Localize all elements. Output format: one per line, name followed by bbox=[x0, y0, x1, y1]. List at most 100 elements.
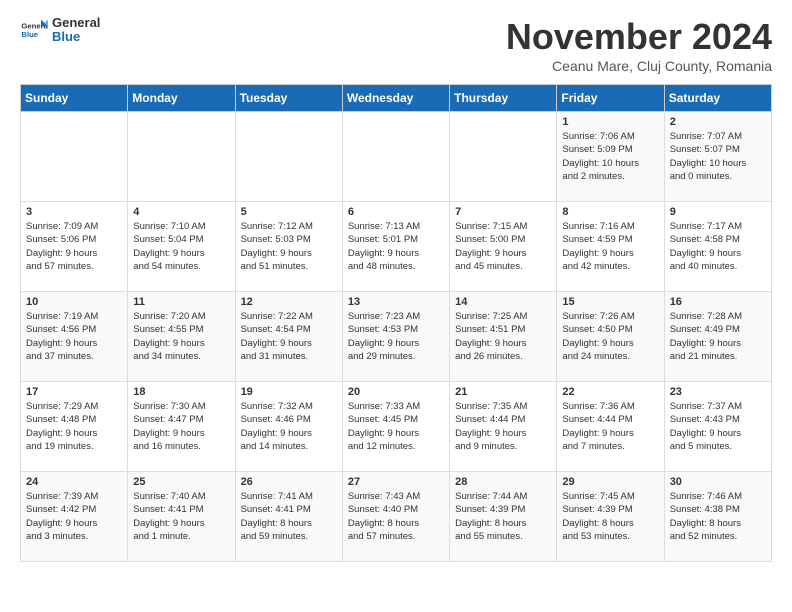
day-number: 7 bbox=[455, 206, 551, 218]
day-info: Sunrise: 7:32 AM Sunset: 4:46 PM Dayligh… bbox=[241, 400, 337, 453]
day-number: 12 bbox=[241, 296, 337, 308]
weekday-header-thursday: Thursday bbox=[450, 85, 557, 112]
day-info: Sunrise: 7:06 AM Sunset: 5:09 PM Dayligh… bbox=[562, 130, 658, 183]
weekday-header-friday: Friday bbox=[557, 85, 664, 112]
day-info: Sunrise: 7:39 AM Sunset: 4:42 PM Dayligh… bbox=[26, 490, 122, 543]
calendar-cell: 6 Sunrise: 7:13 AM Sunset: 5:01 PM Daylig… bbox=[342, 202, 449, 292]
day-info: Sunrise: 7:29 AM Sunset: 4:48 PM Dayligh… bbox=[26, 400, 122, 453]
calendar-cell: 20 Sunrise: 7:33 AM Sunset: 4:45 PM Dayli… bbox=[342, 382, 449, 472]
day-number: 9 bbox=[670, 206, 766, 218]
calendar-cell bbox=[342, 112, 449, 202]
day-info: Sunrise: 7:25 AM Sunset: 4:51 PM Dayligh… bbox=[455, 310, 551, 363]
day-number: 24 bbox=[26, 476, 122, 488]
calendar-week-row: 3 Sunrise: 7:09 AM Sunset: 5:06 PM Daylig… bbox=[21, 202, 772, 292]
calendar-cell bbox=[450, 112, 557, 202]
day-info: Sunrise: 7:13 AM Sunset: 5:01 PM Dayligh… bbox=[348, 220, 444, 273]
calendar-cell: 7 Sunrise: 7:15 AM Sunset: 5:00 PM Daylig… bbox=[450, 202, 557, 292]
weekday-header-tuesday: Tuesday bbox=[235, 85, 342, 112]
day-info: Sunrise: 7:28 AM Sunset: 4:49 PM Dayligh… bbox=[670, 310, 766, 363]
calendar-week-row: 24 Sunrise: 7:39 AM Sunset: 4:42 PM Dayli… bbox=[21, 472, 772, 562]
weekday-header-wednesday: Wednesday bbox=[342, 85, 449, 112]
calendar-cell: 19 Sunrise: 7:32 AM Sunset: 4:46 PM Dayli… bbox=[235, 382, 342, 472]
logo-icon: General Blue bbox=[20, 16, 48, 44]
logo-general: General bbox=[52, 16, 100, 30]
day-info: Sunrise: 7:30 AM Sunset: 4:47 PM Dayligh… bbox=[133, 400, 229, 453]
calendar-cell: 30Sunrise: 7:46 AM Sunset: 4:38 PM Dayli… bbox=[664, 472, 771, 562]
calendar-cell: 14 Sunrise: 7:25 AM Sunset: 4:51 PM Dayli… bbox=[450, 292, 557, 382]
day-number: 25 bbox=[133, 476, 229, 488]
svg-text:Blue: Blue bbox=[21, 30, 38, 39]
day-number: 13 bbox=[348, 296, 444, 308]
day-number: 21 bbox=[455, 386, 551, 398]
calendar-cell: 13Sunrise: 7:23 AM Sunset: 4:53 PM Dayli… bbox=[342, 292, 449, 382]
calendar-cell bbox=[21, 112, 128, 202]
day-info: Sunrise: 7:33 AM Sunset: 4:45 PM Dayligh… bbox=[348, 400, 444, 453]
logo: General Blue General Blue bbox=[20, 16, 100, 45]
calendar-cell bbox=[128, 112, 235, 202]
calendar-cell: 28 Sunrise: 7:44 AM Sunset: 4:39 PM Dayli… bbox=[450, 472, 557, 562]
day-number: 10 bbox=[26, 296, 122, 308]
day-number: 28 bbox=[455, 476, 551, 488]
location-subtitle: Ceanu Mare, Cluj County, Romania bbox=[506, 58, 772, 74]
calendar-cell: 21Sunrise: 7:35 AM Sunset: 4:44 PM Dayli… bbox=[450, 382, 557, 472]
day-info: Sunrise: 7:19 AM Sunset: 4:56 PM Dayligh… bbox=[26, 310, 122, 363]
header: General Blue General Blue November 2024 … bbox=[20, 16, 772, 74]
calendar-cell: 22 Sunrise: 7:36 AM Sunset: 4:44 PM Dayli… bbox=[557, 382, 664, 472]
day-number: 18 bbox=[133, 386, 229, 398]
day-info: Sunrise: 7:15 AM Sunset: 5:00 PM Dayligh… bbox=[455, 220, 551, 273]
calendar-cell: 17Sunrise: 7:29 AM Sunset: 4:48 PM Dayli… bbox=[21, 382, 128, 472]
calendar-cell: 3 Sunrise: 7:09 AM Sunset: 5:06 PM Daylig… bbox=[21, 202, 128, 292]
day-info: Sunrise: 7:36 AM Sunset: 4:44 PM Dayligh… bbox=[562, 400, 658, 453]
day-info: Sunrise: 7:16 AM Sunset: 4:59 PM Dayligh… bbox=[562, 220, 658, 273]
weekday-header-row: SundayMondayTuesdayWednesdayThursdayFrid… bbox=[21, 85, 772, 112]
calendar-cell: 25 Sunrise: 7:40 AM Sunset: 4:41 PM Dayli… bbox=[128, 472, 235, 562]
calendar-cell: 10 Sunrise: 7:19 AM Sunset: 4:56 PM Dayli… bbox=[21, 292, 128, 382]
calendar-cell: 5Sunrise: 7:12 AM Sunset: 5:03 PM Daylig… bbox=[235, 202, 342, 292]
day-number: 20 bbox=[348, 386, 444, 398]
day-info: Sunrise: 7:37 AM Sunset: 4:43 PM Dayligh… bbox=[670, 400, 766, 453]
day-info: Sunrise: 7:44 AM Sunset: 4:39 PM Dayligh… bbox=[455, 490, 551, 543]
day-number: 22 bbox=[562, 386, 658, 398]
calendar-cell: 11 Sunrise: 7:20 AM Sunset: 4:55 PM Dayli… bbox=[128, 292, 235, 382]
calendar-cell: 12 Sunrise: 7:22 AM Sunset: 4:54 PM Dayli… bbox=[235, 292, 342, 382]
day-number: 27 bbox=[348, 476, 444, 488]
calendar-week-row: 17Sunrise: 7:29 AM Sunset: 4:48 PM Dayli… bbox=[21, 382, 772, 472]
day-number: 3 bbox=[26, 206, 122, 218]
day-number: 16 bbox=[670, 296, 766, 308]
calendar-cell: 24 Sunrise: 7:39 AM Sunset: 4:42 PM Dayli… bbox=[21, 472, 128, 562]
day-number: 29 bbox=[562, 476, 658, 488]
day-info: Sunrise: 7:43 AM Sunset: 4:40 PM Dayligh… bbox=[348, 490, 444, 543]
day-number: 8 bbox=[562, 206, 658, 218]
day-number: 6 bbox=[348, 206, 444, 218]
day-number: 5 bbox=[241, 206, 337, 218]
day-info: Sunrise: 7:09 AM Sunset: 5:06 PM Dayligh… bbox=[26, 220, 122, 273]
calendar-cell bbox=[235, 112, 342, 202]
calendar-cell: 2 Sunrise: 7:07 AM Sunset: 5:07 PM Daylig… bbox=[664, 112, 771, 202]
month-title: November 2024 bbox=[506, 16, 772, 58]
day-number: 1 bbox=[562, 116, 658, 128]
logo-blue: Blue bbox=[52, 30, 100, 44]
day-info: Sunrise: 7:40 AM Sunset: 4:41 PM Dayligh… bbox=[133, 490, 229, 543]
calendar-week-row: 10 Sunrise: 7:19 AM Sunset: 4:56 PM Dayli… bbox=[21, 292, 772, 382]
weekday-header-monday: Monday bbox=[128, 85, 235, 112]
day-number: 4 bbox=[133, 206, 229, 218]
calendar-cell: 15 Sunrise: 7:26 AM Sunset: 4:50 PM Dayli… bbox=[557, 292, 664, 382]
calendar-cell: 23Sunrise: 7:37 AM Sunset: 4:43 PM Dayli… bbox=[664, 382, 771, 472]
day-info: Sunrise: 7:07 AM Sunset: 5:07 PM Dayligh… bbox=[670, 130, 766, 183]
day-info: Sunrise: 7:26 AM Sunset: 4:50 PM Dayligh… bbox=[562, 310, 658, 363]
day-number: 14 bbox=[455, 296, 551, 308]
day-number: 2 bbox=[670, 116, 766, 128]
calendar-cell: 18 Sunrise: 7:30 AM Sunset: 4:47 PM Dayli… bbox=[128, 382, 235, 472]
day-info: Sunrise: 7:22 AM Sunset: 4:54 PM Dayligh… bbox=[241, 310, 337, 363]
day-number: 15 bbox=[562, 296, 658, 308]
day-number: 11 bbox=[133, 296, 229, 308]
calendar-cell: 4 Sunrise: 7:10 AM Sunset: 5:04 PM Daylig… bbox=[128, 202, 235, 292]
title-area: November 2024 Ceanu Mare, Cluj County, R… bbox=[506, 16, 772, 74]
calendar-week-row: 1 Sunrise: 7:06 AM Sunset: 5:09 PM Daylig… bbox=[21, 112, 772, 202]
day-info: Sunrise: 7:10 AM Sunset: 5:04 PM Dayligh… bbox=[133, 220, 229, 273]
day-info: Sunrise: 7:46 AM Sunset: 4:38 PM Dayligh… bbox=[670, 490, 766, 543]
day-info: Sunrise: 7:20 AM Sunset: 4:55 PM Dayligh… bbox=[133, 310, 229, 363]
day-number: 19 bbox=[241, 386, 337, 398]
day-info: Sunrise: 7:17 AM Sunset: 4:58 PM Dayligh… bbox=[670, 220, 766, 273]
calendar-cell: 1 Sunrise: 7:06 AM Sunset: 5:09 PM Daylig… bbox=[557, 112, 664, 202]
